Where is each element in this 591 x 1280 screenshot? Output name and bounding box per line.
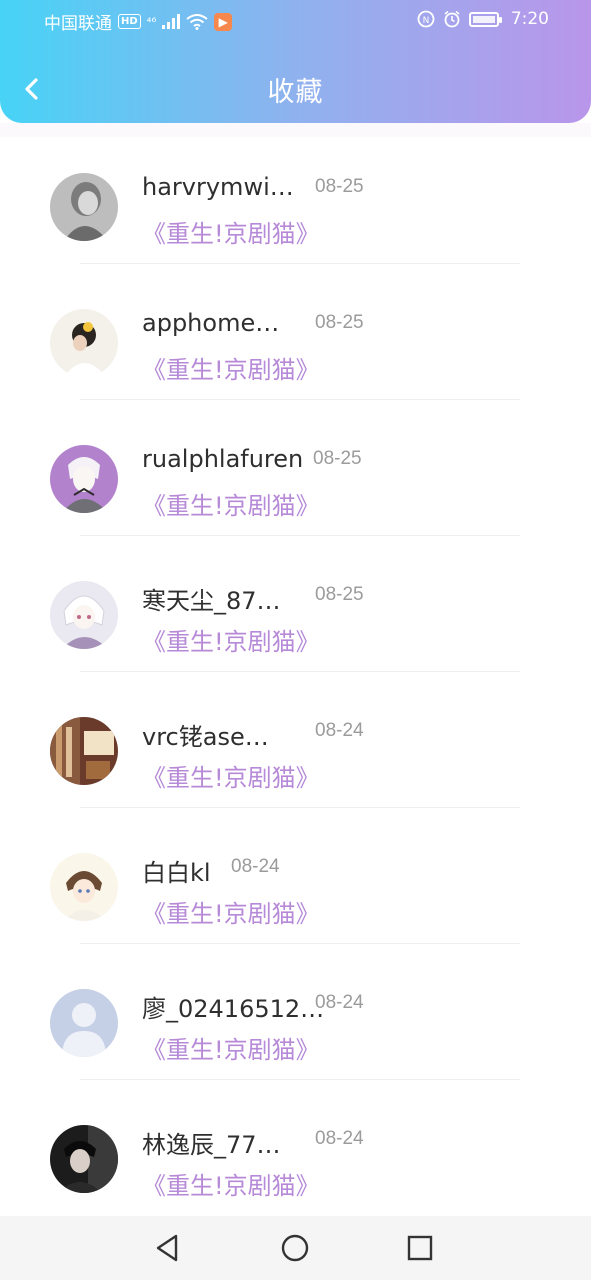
avatar[interactable] — [50, 445, 118, 513]
battery-icon — [468, 11, 502, 27]
username: 林逸辰_77… — [142, 1131, 281, 1159]
nav-back-icon[interactable] — [152, 1232, 184, 1264]
username: harvrymwi… — [142, 173, 294, 201]
nav-recents-icon[interactable] — [404, 1232, 436, 1264]
avatar[interactable] — [50, 717, 118, 785]
collect-date: 08-25 — [315, 584, 364, 605]
username: 廖_02416512… — [142, 995, 325, 1023]
work-title-link[interactable]: 《重生!京剧猫》 — [142, 1030, 320, 1065]
divider — [80, 671, 520, 672]
collect-date: 08-24 — [231, 856, 280, 877]
divider — [80, 399, 520, 400]
network-type-icon: ⁴⁶ — [146, 14, 157, 29]
system-nav-bar — [0, 1216, 591, 1280]
work-title-link[interactable]: 《重生!京剧猫》 — [142, 622, 320, 657]
work-title-link[interactable]: 《重生!京剧猫》 — [142, 214, 320, 249]
carrier-label: 中国联通 — [44, 14, 112, 34]
collect-date: 08-24 — [315, 992, 364, 1013]
list-item[interactable]: 白白kl 08-24 《重生!京剧猫》 — [0, 817, 591, 953]
list-item[interactable]: 廖_02416512… 08-24 《重生!京剧猫》 — [0, 953, 591, 1089]
hd-icon: HD — [118, 14, 141, 29]
status-time: 7:20 — [510, 9, 549, 29]
username: apphome… — [142, 309, 280, 337]
divider — [80, 943, 520, 944]
divider — [80, 535, 520, 536]
app-notification-icon: ▶ — [214, 12, 233, 31]
avatar[interactable] — [50, 989, 118, 1057]
svg-text:N: N — [422, 16, 429, 26]
list-item[interactable]: harvrymwi… 08-25 《重生!京剧猫》 — [0, 137, 591, 273]
work-title-link[interactable]: 《重生!京剧猫》 — [142, 350, 320, 385]
avatar[interactable] — [50, 853, 118, 921]
username: rualphlafuren — [142, 445, 304, 473]
list-item[interactable]: apphome… 08-25 《重生!京剧猫》 — [0, 273, 591, 409]
collect-date: 08-25 — [315, 312, 364, 333]
list-item[interactable]: vrc铑ase… 08-24 《重生!京剧猫》 — [0, 681, 591, 817]
collect-date: 08-24 — [315, 720, 364, 741]
work-title-link[interactable]: 《重生!京剧猫》 — [142, 486, 320, 521]
header-bar: 中国联通 HD ⁴⁶ ▶ N 7:20 收藏 — [0, 0, 591, 123]
avatar[interactable] — [50, 173, 118, 241]
collect-date: 08-25 — [313, 448, 362, 469]
alarm-icon — [444, 10, 460, 28]
list-item[interactable]: 林逸辰_77… 08-24 《重生!京剧猫》 — [0, 1089, 591, 1225]
nav-home-icon[interactable] — [279, 1232, 311, 1264]
divider — [80, 263, 520, 264]
avatar[interactable] — [50, 581, 118, 649]
work-title-link[interactable]: 《重生!京剧猫》 — [142, 894, 320, 929]
page-title: 收藏 — [267, 77, 324, 108]
header-divider — [0, 123, 591, 137]
collect-date: 08-24 — [315, 1128, 364, 1149]
work-title-link[interactable]: 《重生!京剧猫》 — [142, 1166, 320, 1201]
avatar[interactable] — [50, 309, 118, 377]
divider — [80, 807, 520, 808]
divider — [80, 1079, 520, 1080]
username: 白白kl — [142, 859, 211, 887]
avatar[interactable] — [50, 1125, 118, 1193]
work-title-link[interactable]: 《重生!京剧猫》 — [142, 758, 320, 793]
status-bar: 中国联通 HD ⁴⁶ ▶ N 7:20 — [0, 0, 591, 40]
vibrate-icon: N — [417, 10, 435, 28]
list-item[interactable]: 寒天尘_87… 08-25 《重生!京剧猫》 — [0, 545, 591, 681]
signal-icon — [162, 14, 181, 29]
username: 寒天尘_87… — [142, 587, 281, 615]
list-item[interactable]: rualphlafuren 08-25 《重生!京剧猫》 — [0, 409, 591, 545]
wifi-icon — [186, 13, 208, 30]
username: vrc铑ase… — [142, 723, 269, 751]
favorites-list: harvrymwi… 08-25 《重生!京剧猫》 apphome… 08-25… — [0, 137, 591, 1225]
collect-date: 08-25 — [315, 176, 364, 197]
